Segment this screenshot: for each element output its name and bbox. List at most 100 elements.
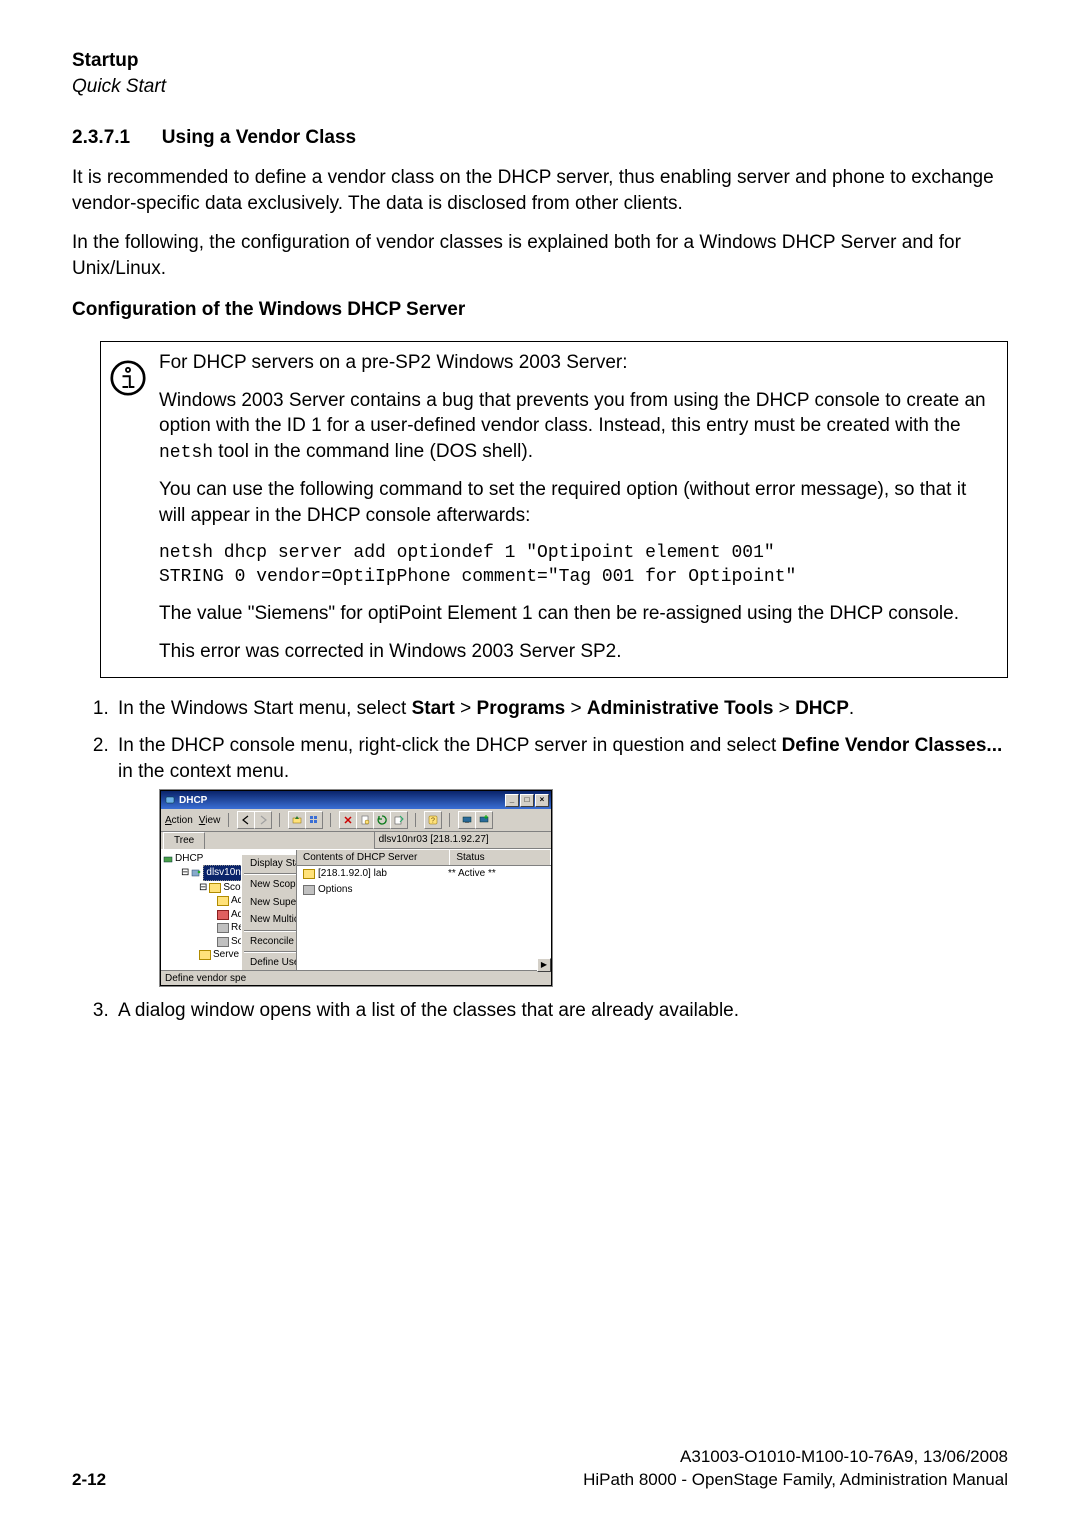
dhcp-server-icon: [163, 854, 173, 864]
refresh-icon: [377, 815, 387, 825]
step-2-text: In the DHCP console menu, right-click th…: [118, 735, 782, 756]
address-bar: dlsv10nr03 [218.1.92.27]: [374, 832, 551, 849]
app-icon: [165, 795, 175, 805]
separator: [244, 873, 297, 875]
tree-server-options-label: Serve: [213, 948, 239, 962]
step-3: A dialog window opens with a list of the…: [114, 998, 1008, 1024]
dhcp-window: DHCP _ □ × Action View: [160, 790, 552, 986]
context-menu: Display Statistics... New Scope... New S…: [241, 854, 297, 970]
list-item[interactable]: Options: [297, 882, 551, 898]
list-item-status: ** Active **: [448, 867, 496, 881]
separator: [330, 813, 331, 827]
folder-icon: [217, 910, 229, 920]
folder-icon: [209, 883, 221, 893]
tree-tab[interactable]: Tree: [163, 832, 205, 849]
menu-view[interactable]: View: [199, 814, 221, 828]
sep-gt: >: [773, 698, 795, 719]
col-status[interactable]: Status: [450, 850, 551, 866]
delete-icon: [343, 815, 353, 825]
ctx-new-scope[interactable]: New Scope...: [242, 876, 297, 894]
monitor-icon: [462, 815, 472, 825]
ctx-define-user-classes[interactable]: Define User Classes...: [242, 954, 297, 970]
ctx-display-statistics[interactable]: Display Statistics...: [242, 855, 297, 873]
ctx-new-multicast-scope[interactable]: New Multicast Scope...: [242, 911, 297, 929]
doc-title: HiPath 8000 - OpenStage Family, Administ…: [583, 1469, 1008, 1492]
separator: [279, 813, 280, 827]
note-p2: Windows 2003 Server contains a bug that …: [159, 388, 997, 466]
svg-text:?: ?: [431, 818, 435, 825]
menu-action[interactable]: Action: [165, 814, 193, 828]
note-box: For DHCP servers on a pre-SP2 Windows 20…: [100, 341, 1008, 677]
menu-bar: Action View: [161, 809, 551, 832]
window-title: DHCP: [179, 794, 207, 808]
status-bar: Define vendor spe: [161, 970, 551, 985]
properties-button[interactable]: [356, 811, 374, 829]
ctx-new-superscope[interactable]: New Superscope...: [242, 894, 297, 912]
nav-forward-button[interactable]: [254, 811, 272, 829]
separator: [244, 951, 297, 953]
help-icon: ?: [428, 815, 438, 825]
folder-icon: [217, 937, 229, 947]
up-button[interactable]: [288, 811, 306, 829]
scope-button-2[interactable]: [475, 811, 493, 829]
note-p4: The value "Siemens" for optiPoint Elemen…: [159, 601, 997, 627]
note-p5: This error was corrected in Windows 2003…: [159, 639, 997, 665]
bold-define-vendor: Define Vendor Classes...: [782, 735, 1003, 756]
page-number: 2-12: [72, 1469, 106, 1492]
folder-icon: [303, 869, 315, 879]
bold-start: Start: [412, 698, 455, 719]
page-footer: 2-12 A31003-O1010-M100-10-76A9, 13/06/20…: [72, 1446, 1008, 1492]
export-button[interactable]: [390, 811, 408, 829]
delete-button[interactable]: [339, 811, 357, 829]
sep-gt: >: [565, 698, 587, 719]
refresh-button[interactable]: [373, 811, 391, 829]
figure-dhcp-console: DHCP _ □ × Action View: [160, 790, 1008, 986]
note-p1: For DHCP servers on a pre-SP2 Windows 20…: [159, 350, 997, 376]
close-button[interactable]: ×: [535, 794, 549, 807]
help-button[interactable]: ?: [424, 811, 442, 829]
list-item[interactable]: [218.1.92.0] lab ** Active **: [297, 866, 551, 882]
inline-code-netsh: netsh: [159, 443, 213, 463]
scroll-right-button[interactable]: ▶: [537, 958, 551, 972]
list-headers: Contents of DHCP Server Status: [297, 850, 551, 867]
maximize-button[interactable]: □: [520, 794, 534, 807]
bold-dhcp: DHCP: [795, 698, 849, 719]
chapter-subtitle: Quick Start: [72, 74, 1008, 100]
folder-icon: [217, 923, 229, 933]
properties-icon: [360, 815, 370, 825]
chapter-title: Startup: [72, 48, 1008, 74]
section-heading: 2.3.7.1 Using a Vendor Class: [72, 125, 1008, 151]
list-item-label: Options: [318, 883, 352, 897]
folder-icon: [303, 885, 315, 895]
folder-icon: [217, 896, 229, 906]
note-p2-b: tool in the command line (DOS shell).: [213, 441, 533, 462]
server-icon: [191, 868, 201, 878]
separator: [228, 813, 229, 827]
scope-button-1[interactable]: [458, 811, 476, 829]
col-contents[interactable]: Contents of DHCP Server: [297, 850, 450, 866]
separator: [244, 930, 297, 932]
doc-id: A31003-O1010-M100-10-76A9, 13/06/2008: [583, 1446, 1008, 1469]
step-2: In the DHCP console menu, right-click th…: [114, 733, 1008, 986]
folder-icon: [199, 950, 211, 960]
show-hide-button[interactable]: [305, 811, 323, 829]
subheading: Configuration of the Windows DHCP Server: [72, 297, 1008, 323]
minimize-button[interactable]: _: [505, 794, 519, 807]
ctx-reconcile-all-scopes[interactable]: Reconcile All Scopes...: [242, 933, 297, 951]
sep-gt: >: [455, 698, 477, 719]
titlebar: DHCP _ □ ×: [161, 791, 551, 809]
step-1-text: In the Windows Start menu, select: [118, 698, 412, 719]
paragraph-2: In the following, the configuration of v…: [72, 230, 1008, 281]
content-area: DHCP ⊟ dlsv10nr0 ⊟Scope: [161, 850, 551, 970]
bold-programs: Programs: [477, 698, 566, 719]
separator: [449, 813, 450, 827]
folder-up-icon: [292, 815, 302, 825]
grid-icon: [309, 815, 319, 825]
bold-admin-tools: Administrative Tools: [587, 698, 774, 719]
steps-list: In the Windows Start menu, select Start …: [72, 696, 1008, 1024]
nav-back-button[interactable]: [237, 811, 255, 829]
monitor-plus-icon: [479, 815, 489, 825]
step-1-end: .: [849, 698, 854, 719]
list-body: [218.1.92.0] lab ** Active ** Options ▶: [297, 866, 551, 970]
step-2-end: in the context menu.: [118, 761, 289, 782]
